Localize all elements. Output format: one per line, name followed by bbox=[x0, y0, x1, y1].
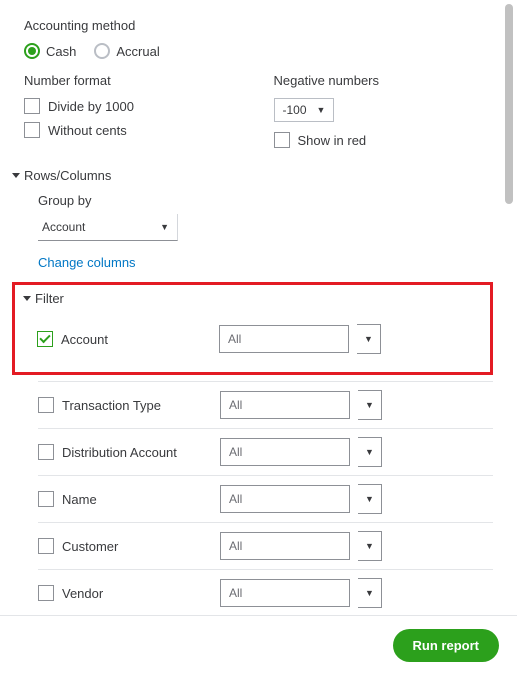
footer-bar: Run report bbox=[0, 615, 517, 675]
filter-row-name: Name All ▼ bbox=[38, 475, 493, 522]
filter-list: Transaction Type All ▼ Distribution Acco… bbox=[38, 381, 493, 615]
checkbox-icon bbox=[274, 132, 290, 148]
checkbox-divide-1000[interactable]: Divide by 1000 bbox=[24, 98, 244, 114]
filter-caret[interactable]: ▼ bbox=[358, 578, 382, 608]
caret-down-icon bbox=[23, 296, 31, 301]
checkbox-distribution-account[interactable] bbox=[38, 444, 54, 460]
filter-row-distribution-account: Distribution Account All ▼ bbox=[38, 428, 493, 475]
filter-caret[interactable]: ▼ bbox=[358, 390, 382, 420]
group-by-select[interactable]: Account ▼ bbox=[38, 214, 178, 241]
section-label: Filter bbox=[35, 291, 64, 306]
filter-caret[interactable]: ▼ bbox=[358, 437, 382, 467]
checkbox-transaction-type[interactable] bbox=[38, 397, 54, 413]
caret-down-icon bbox=[12, 173, 20, 178]
rows-columns-header[interactable]: Rows/Columns bbox=[12, 168, 493, 183]
checkbox-without-cents[interactable]: Without cents bbox=[24, 122, 244, 138]
customize-panel: Accounting method Cash Accrual Number fo… bbox=[0, 0, 517, 615]
filter-row-customer: Customer All ▼ bbox=[38, 522, 493, 569]
checkbox-icon bbox=[24, 122, 40, 138]
section-label: Rows/Columns bbox=[24, 168, 111, 183]
accounting-method-title: Accounting method bbox=[24, 18, 493, 33]
filter-select-customer[interactable]: All bbox=[220, 532, 350, 560]
accounting-method-group: Cash Accrual bbox=[24, 43, 493, 59]
select-value: -100 bbox=[283, 103, 307, 117]
filter-select-name[interactable]: All bbox=[220, 485, 350, 513]
filter-caret[interactable]: ▼ bbox=[358, 531, 382, 561]
select-value: Account bbox=[42, 220, 85, 234]
chevron-down-icon: ▼ bbox=[160, 222, 169, 232]
filter-caret[interactable]: ▼ bbox=[358, 484, 382, 514]
filter-select-distribution-account[interactable]: All bbox=[220, 438, 350, 466]
checkbox-label: Show in red bbox=[298, 133, 367, 148]
group-by-label: Group by bbox=[38, 193, 493, 208]
filter-label: Name bbox=[62, 492, 212, 507]
checkbox-label: Without cents bbox=[48, 123, 127, 138]
number-format-title: Number format bbox=[24, 73, 244, 88]
checkbox-name[interactable] bbox=[38, 491, 54, 507]
format-row: Number format Divide by 1000 Without cen… bbox=[24, 73, 493, 156]
radio-icon bbox=[94, 43, 110, 59]
filter-label: Distribution Account bbox=[62, 445, 212, 460]
filter-select-transaction-type[interactable]: All bbox=[220, 391, 350, 419]
filter-label: Customer bbox=[62, 539, 212, 554]
filter-select-vendor[interactable]: All bbox=[220, 579, 350, 607]
filter-row-vendor: Vendor All ▼ bbox=[38, 569, 493, 615]
checkbox-vendor[interactable] bbox=[38, 585, 54, 601]
checkbox-account[interactable] bbox=[37, 331, 53, 347]
checkbox-icon bbox=[24, 98, 40, 114]
radio-accrual[interactable]: Accrual bbox=[94, 43, 159, 59]
change-columns-link[interactable]: Change columns bbox=[38, 255, 136, 270]
chevron-down-icon: ▼ bbox=[317, 105, 326, 115]
radio-cash[interactable]: Cash bbox=[24, 43, 76, 59]
filter-label: Vendor bbox=[62, 586, 212, 601]
checkbox-customer[interactable] bbox=[38, 538, 54, 554]
checkbox-label: Divide by 1000 bbox=[48, 99, 134, 114]
negative-numbers-title: Negative numbers bbox=[274, 73, 494, 88]
filter-select-account[interactable]: All bbox=[219, 325, 349, 353]
filter-label: Account bbox=[61, 332, 211, 347]
radio-icon bbox=[24, 43, 40, 59]
checkbox-show-in-red[interactable]: Show in red bbox=[274, 132, 494, 148]
filter-row-transaction-type: Transaction Type All ▼ bbox=[38, 381, 493, 428]
scrollbar[interactable] bbox=[505, 4, 513, 204]
filter-highlight: Filter Account All ▼ bbox=[12, 282, 493, 375]
radio-label: Accrual bbox=[116, 44, 159, 59]
filter-caret-account[interactable]: ▼ bbox=[357, 324, 381, 354]
radio-label: Cash bbox=[46, 44, 76, 59]
negative-numbers-select[interactable]: -100 ▼ bbox=[274, 98, 335, 122]
run-report-button[interactable]: Run report bbox=[393, 629, 499, 662]
filter-row-account: Account All ▼ bbox=[37, 316, 482, 362]
filter-header[interactable]: Filter bbox=[23, 291, 482, 306]
filter-label: Transaction Type bbox=[62, 398, 212, 413]
